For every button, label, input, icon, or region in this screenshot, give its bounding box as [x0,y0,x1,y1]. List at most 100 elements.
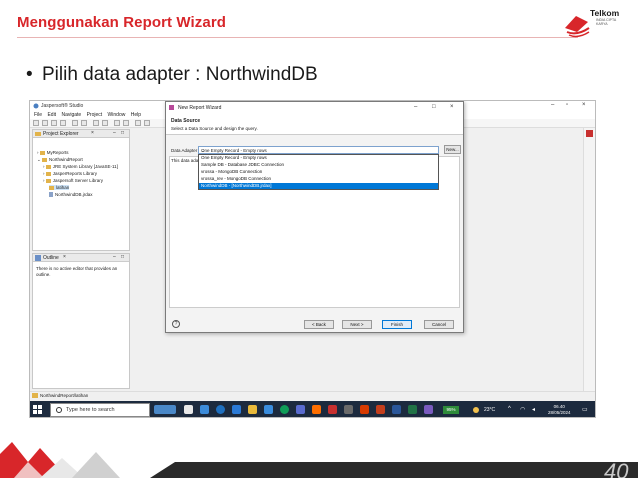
logo-name: Telkom [590,8,620,18]
menu-navigate[interactable]: Navigate [61,112,81,118]
edge-icon[interactable] [216,405,225,414]
excel-icon[interactable] [408,405,417,414]
taskbar-search-box[interactable]: Type here to search [50,403,150,417]
bullet-text: Pilih data adapter : NorthwindDB [42,64,318,85]
app-icon[interactable] [424,405,433,414]
tree-item-northwinddb[interactable]: NorthwindDB.jrdax [49,192,93,198]
project-explorer-close-icon[interactable]: × [91,130,94,136]
project-explorer-tab[interactable]: Project Explorer × – □ [33,130,129,138]
powerpoint-icon[interactable] [360,405,369,414]
dialog-header: Data Source Select a Data Source and des… [166,113,463,135]
outline-icon [35,255,41,261]
tree-item-jasperreports-library[interactable]: › JasperReports Library [43,171,97,176]
next-button[interactable]: Next > [342,320,372,329]
adapter-option[interactable]: One Empty Record - Empty rows [199,155,438,161]
outline-panel: Outline × – □ There is no active editor … [32,253,130,389]
tray-chevron-up-icon[interactable]: ^ [508,406,511,412]
tree-item-jre-library[interactable]: › JRE System Library [JavaSE-11] [43,164,118,169]
tree-item-northwindreport[interactable]: ⌄ NorthwindReport [37,157,83,163]
media-icon[interactable] [200,405,209,414]
jaspersoft-taskbar-icon[interactable] [328,405,337,414]
outline-close-icon[interactable]: × [63,254,66,260]
outline-maximize-icon[interactable]: □ [121,254,124,260]
forward-nav-icon[interactable] [144,120,150,126]
dialog-title: New Report Wizard [178,105,222,111]
data-adapter-label: Data Adapter [171,148,198,153]
tree-item-label: NorthwindDB.jrdax [55,192,93,197]
dialog-header-subtitle: Select a Data Source and design the quer… [171,126,258,131]
save-all-icon[interactable] [51,120,57,126]
new-icon[interactable] [33,120,39,126]
windows-start-icon[interactable] [33,405,43,415]
new-adapter-button[interactable]: New... [444,145,461,154]
perspective-icon[interactable] [586,130,593,137]
teams-icon[interactable] [296,405,305,414]
menu-help[interactable]: Help [131,112,141,118]
studio-screenshot: Jaspersoft® Studio – ▫ × File Edit Navig… [29,100,596,418]
help-icon[interactable]: ? [172,320,180,328]
file-explorer-icon[interactable] [248,405,257,414]
studio-restore-icon[interactable]: ▫ [566,102,568,108]
battery-indicator[interactable]: 95% [443,406,459,414]
tree-item-label: latihan [56,185,70,190]
menu-file[interactable]: File [34,112,42,118]
studio-close-icon[interactable]: × [582,102,586,108]
wifi-icon[interactable]: ◠ [520,406,525,413]
dialog-header-title: Data Source [171,118,201,124]
project-explorer-minimize-icon[interactable]: – [113,130,116,136]
debug-icon[interactable] [81,120,87,126]
menu-window[interactable]: Window [108,112,126,118]
app-icon[interactable] [344,405,353,414]
print-icon[interactable] [60,120,66,126]
volume-icon[interactable]: ◂ [532,406,535,413]
dialog-maximize-icon[interactable]: □ [432,104,436,110]
taskbar-widget-icon[interactable] [154,405,176,414]
telkom-logo: Telkom INDIA CIPTA KARYA [560,6,632,42]
tree-item-server-library[interactable]: › Jaspersoft Server Library [43,178,103,183]
back-button[interactable]: < Back [304,320,334,329]
chrome-icon[interactable] [280,405,289,414]
settings-icon[interactable] [123,120,129,126]
studio-minimize-icon[interactable]: – [551,102,554,108]
word-icon[interactable] [392,405,401,414]
app-icon[interactable] [376,405,385,414]
run-icon[interactable] [72,120,78,126]
app-icon[interactable] [312,405,321,414]
search-icon[interactable] [114,120,120,126]
taskbar-search-placeholder: Type here to search [66,407,115,413]
data-adapter-select[interactable]: One Empty Record - Empty rows ⌄ [198,146,439,154]
taskbar-clock[interactable]: 06.40 28/05/2024 [548,404,571,416]
page-number: 40 [604,459,629,478]
adapter-option[interactable]: Sample DB - Database JDBC Connection [199,162,438,168]
mail-icon[interactable] [264,405,273,414]
outline-minimize-icon[interactable]: – [113,254,116,260]
publish-icon[interactable] [93,120,99,126]
adapter-option[interactable]: vrossa - MongoDB Connection [199,169,438,175]
tree-item-myreports[interactable]: › MyReports [37,150,69,155]
cancel-button[interactable]: Cancel [424,320,454,329]
bottom-decoration [0,442,638,478]
save-icon[interactable] [42,120,48,126]
menu-project[interactable]: Project [87,112,103,118]
zoom-icon[interactable] [102,120,108,126]
notification-icon[interactable]: ▭ [582,406,588,413]
outline-label: Outline [43,255,59,261]
status-path: NorthwindReport/latihan [40,393,89,398]
store-icon[interactable] [232,405,241,414]
weather-temp[interactable]: 23°C [484,407,495,413]
logo-subtitle: INDIA CIPTA KARYA [596,18,616,26]
dialog-close-icon[interactable]: × [450,104,454,110]
adapter-option[interactable]: vrossa_rev - MongoDB Connection [199,176,438,182]
finish-button[interactable]: Finish [382,320,412,329]
outline-tab[interactable]: Outline × – □ [33,254,129,262]
back-nav-icon[interactable] [135,120,141,126]
menu-edit[interactable]: Edit [47,112,56,118]
data-adapter-file-icon [49,192,53,198]
bullet-point: • Pilih data adapter : NorthwindDB [26,64,318,86]
tree-item-label: MyReports [46,150,69,155]
adapter-option-selected[interactable]: NorthwindDB - [NorthwindDB.jrdax] [199,183,438,189]
dialog-minimize-icon[interactable]: – [414,104,417,110]
task-view-icon[interactable] [184,405,193,414]
tree-item-latihan[interactable]: latihan [49,185,70,190]
project-explorer-maximize-icon[interactable]: □ [121,130,124,136]
